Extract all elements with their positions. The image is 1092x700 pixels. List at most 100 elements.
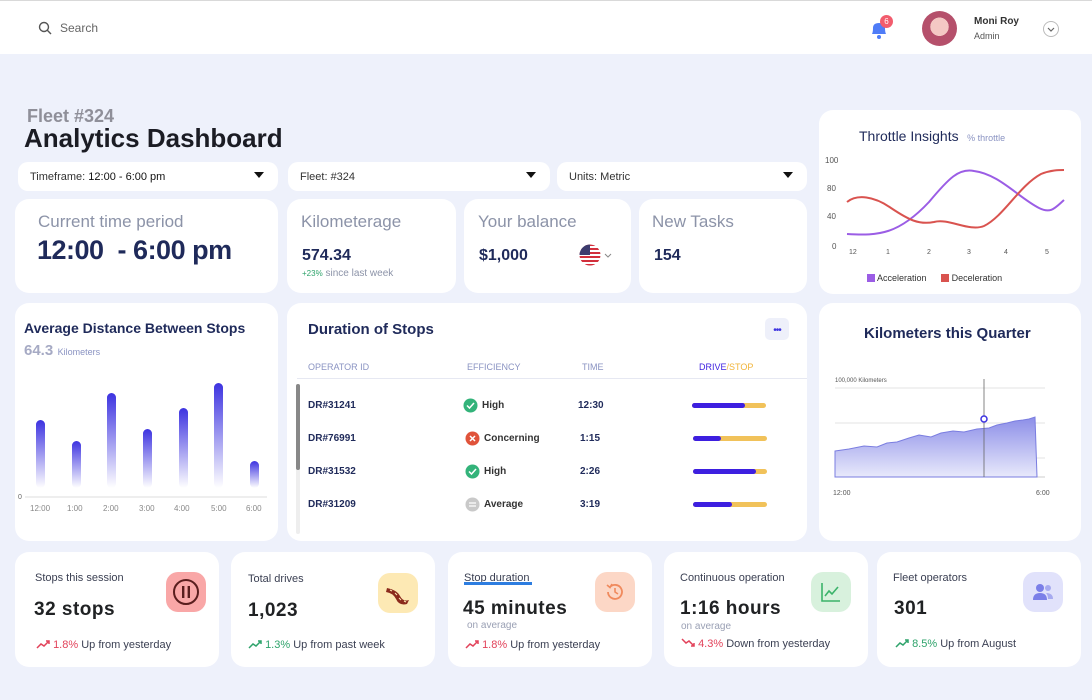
x-end-label: 6:00 [1036, 490, 1050, 497]
x-tick: 1 [886, 249, 890, 256]
table-row[interactable]: DR#76991 Concerning 1:15 [287, 425, 807, 455]
stat-card-stops: Stops this session 32 stops 1.8% Up from… [15, 552, 219, 667]
tasks-value: 154 [654, 247, 681, 264]
timeframe-label: Timeframe: [30, 170, 86, 183]
stat-trend: 4.3% Down from yesterday [681, 638, 830, 650]
profile-menu-button[interactable] [1043, 21, 1059, 37]
x-tick: 12 [849, 249, 857, 256]
notification-button[interactable]: 6 [866, 15, 894, 43]
units-value: Units: Metric [569, 170, 631, 183]
fleet-value: Fleet: #324 [300, 170, 356, 183]
stat-title: Fleet operators [893, 572, 967, 584]
stat-title: Continuous operation [680, 572, 785, 584]
avg-distance-title: Average Distance Between Stops [24, 320, 246, 336]
col-header-operator[interactable]: OPERATOR ID [308, 362, 369, 372]
search-icon [38, 21, 52, 35]
table-row[interactable]: DR#31209 Average 3:19 [287, 491, 807, 521]
us-flag-icon [579, 244, 601, 266]
more-options-button[interactable]: ••• [765, 318, 789, 340]
user-name: Moni Roy [974, 16, 1019, 27]
time-value: 12:30 [578, 400, 604, 411]
y-tick: 40 [827, 212, 836, 221]
caret-down-icon [254, 172, 264, 178]
current-time-value: 12:00 - 6:00 pm [37, 235, 232, 265]
x-label: 6:00 [246, 504, 262, 513]
check-circle-icon [465, 464, 480, 479]
stat-value: 1,023 [248, 600, 299, 621]
col-header-stop: STOP [729, 362, 754, 372]
check-circle-icon [463, 398, 478, 413]
col-header-efficiency[interactable]: EFFICIENCY [467, 362, 521, 372]
stat-card-drives: Total drives 1,023 1.3% Up from past wee… [231, 552, 435, 667]
units-dropdown[interactable]: Units: Metric [557, 162, 807, 191]
avg-distance-chart: 0 12:00 1:00 2:00 3:00 4:00 5:00 6:00 [18, 383, 267, 513]
trend-up-icon [465, 640, 479, 649]
y-tick: 0 [832, 242, 837, 251]
trend-text: Up from August [940, 638, 1017, 650]
zero-label: 0 [18, 494, 22, 501]
x-circle-icon [465, 431, 480, 446]
x-start-label: 12:00 [833, 490, 851, 497]
quarter-card: Kilometers this Quarter 100,000 Kilomete… [819, 303, 1081, 541]
minus-circle-icon [465, 497, 480, 512]
stat-value: 301 [894, 598, 928, 619]
drive-stop-bar-fill [692, 403, 745, 408]
col-header-drive-stop[interactable]: DRIVE/STOP [699, 362, 753, 372]
currency-selector[interactable] [579, 243, 615, 267]
efficiency-label: Average [484, 499, 524, 510]
quarter-chart: 100,000 Kilometers 12:00 6:00 [833, 378, 1050, 497]
bar [250, 461, 259, 488]
y-axis-label: 100,000 Kilometers [835, 378, 887, 384]
stat-card-stop-duration: Stop duration 45 minutes on average 1.8%… [448, 552, 652, 667]
search-box[interactable]: Search [36, 19, 236, 39]
bar [72, 441, 81, 488]
trend-pct: 1.3% [265, 639, 291, 651]
time-value: 1:15 [580, 433, 601, 444]
efficiency-label: High [482, 400, 505, 411]
chevron-down-icon [1047, 27, 1055, 32]
search-input[interactable]: Search [60, 21, 98, 35]
stat-value: 1:16 hours [680, 598, 782, 619]
trend-pct: 1.8% [482, 639, 508, 651]
x-label: 1:00 [67, 504, 83, 513]
kilometerage-delta: +23% [302, 269, 323, 278]
top-bar: Search 6 Moni Roy Admin [0, 0, 1092, 54]
efficiency-label: High [484, 466, 507, 477]
timeframe-dropdown[interactable]: Timeframe: 12:00 - 6:00 pm [18, 162, 278, 191]
x-tick: 2 [927, 249, 931, 256]
stat-title: Total drives [248, 573, 304, 585]
table-row[interactable]: DR#31241 High 12:30 [287, 392, 807, 422]
trend-down-icon [681, 638, 695, 647]
x-label: 12:00 [30, 504, 51, 513]
duration-title: Duration of Stops [308, 321, 434, 338]
avatar[interactable] [922, 11, 957, 46]
operator-id: DR#31532 [308, 466, 356, 477]
time-value: 3:19 [580, 499, 601, 510]
stat-trend: 8.5% Up from August [895, 638, 1016, 650]
trend-text: Up from past week [293, 639, 385, 651]
legend-swatch-acceleration [867, 274, 875, 282]
throttle-title: Throttle Insights [859, 128, 959, 144]
x-tick: 5 [1045, 249, 1049, 256]
notification-badge: 6 [880, 15, 893, 28]
drive-stop-bar-fill [693, 502, 732, 507]
pause-icon [166, 572, 206, 612]
fleet-dropdown[interactable]: Fleet: #324 [288, 162, 550, 191]
stat-sub: on average [467, 620, 518, 631]
hover-point [980, 415, 988, 423]
operator-id: DR#76991 [308, 433, 356, 444]
col-header-time[interactable]: TIME [582, 362, 604, 372]
bar [179, 408, 188, 488]
x-label: 5:00 [211, 504, 227, 513]
trend-text: Up from yesterday [510, 639, 601, 651]
time-value: 2:26 [580, 466, 601, 477]
throttle-card: Throttle Insights % throttle 100 80 40 0… [819, 110, 1081, 294]
throttle-subtitle: % throttle [967, 133, 1006, 143]
table-row[interactable]: DR#31532 High 2:26 [287, 458, 807, 488]
avg-distance-value: 64.3 [24, 342, 54, 359]
caret-down-icon [783, 172, 793, 178]
tasks-title: New Tasks [652, 212, 734, 231]
x-label: 4:00 [174, 504, 190, 513]
tasks-card: New Tasks 154 [639, 199, 807, 293]
trend-text: Up from yesterday [81, 639, 172, 651]
